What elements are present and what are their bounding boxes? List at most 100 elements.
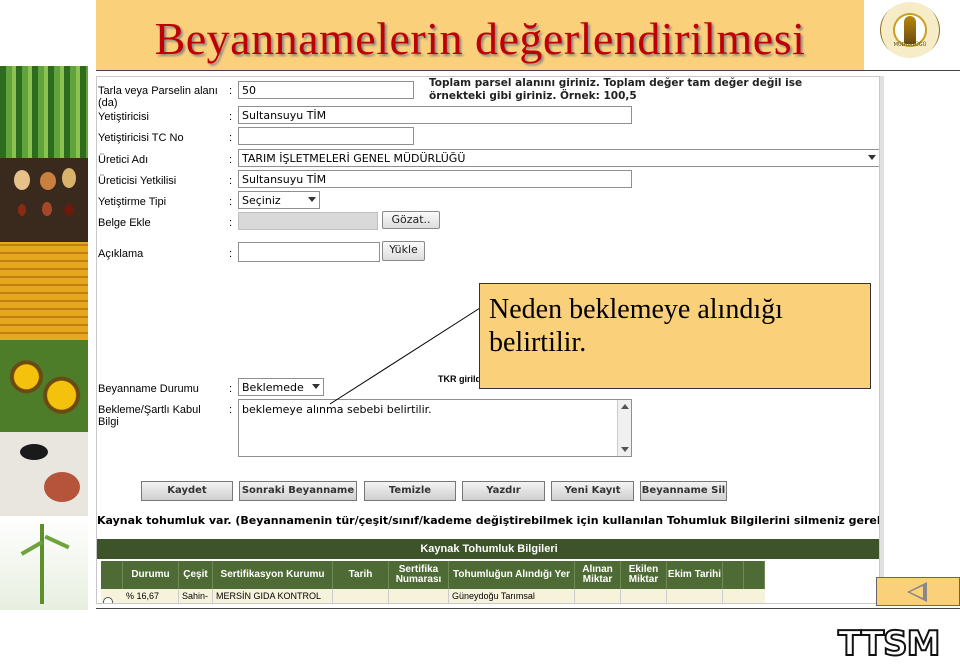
back-arrow-icon[interactable] (876, 577, 960, 606)
table-cell (389, 589, 449, 603)
seed-shape (42, 202, 52, 216)
yetistirme-tipi-value: Seçiniz (242, 194, 281, 207)
bekleme-text: beklemeye alınma sebebi belirtilir. (242, 403, 432, 416)
table-cell (575, 589, 621, 603)
bekleme-textarea[interactable]: beklemeye alınma sebebi belirtilir. (238, 399, 632, 457)
seed-shape (40, 172, 56, 190)
seed-shape (18, 204, 26, 216)
table-cell: Sahin- (179, 589, 213, 603)
upload-button[interactable]: Yükle (382, 241, 425, 261)
table-cell: Güneydoğu Tarımsal (449, 589, 575, 603)
table-cell (333, 589, 389, 603)
table-header-cell (101, 561, 123, 589)
wheat-icon (904, 16, 916, 44)
temizle-button[interactable]: Temizle (364, 481, 456, 501)
table-header-cell: Sertifikasyon Kurumu (213, 561, 333, 589)
ttsm-logo: TTSM (837, 624, 941, 664)
seed-shape (64, 204, 74, 216)
table-row[interactable]: % 16,67 Sahin- MERSİN GIDA KONTROL Güney… (101, 589, 765, 603)
colon: : (229, 404, 233, 416)
wheat-seal-icon: MÜDÜRLÜĞÜ (880, 2, 940, 58)
table-header-cell: Alınan Miktar (575, 561, 621, 589)
uretici-select[interactable]: TARIM İŞLETMELERİ GENEL MÜDÜRLÜĞÜ (238, 149, 879, 167)
warning-text: Kaynak tohumluk var. (Beyannamenin tür/ç… (97, 514, 880, 527)
colon: : (229, 196, 233, 208)
parsel-input[interactable]: 50 (238, 81, 414, 99)
textarea-scrollbar[interactable] (617, 400, 631, 456)
page-scrollbar[interactable] (880, 76, 884, 604)
scroll-down-icon[interactable] (621, 447, 629, 452)
callout-box: Neden beklemeye alındığı belirtilir. (479, 283, 871, 389)
seed-shape (62, 168, 76, 188)
beyanname-durumu-value: Beklemede (242, 381, 304, 394)
colon: : (229, 85, 233, 97)
colon: : (229, 175, 233, 187)
colon: : (229, 217, 233, 229)
colon: : (229, 132, 233, 144)
title-bar: Beyannamelerin değerlendirilmesi (96, 0, 864, 70)
tkr-text: TKR girildi (438, 374, 484, 384)
yeni-kayit-button[interactable]: Yeni Kayıt (551, 481, 634, 501)
sorghum-image (0, 432, 88, 516)
colon: : (229, 111, 233, 123)
yetistirici-input[interactable]: Sultansuyu TİM (238, 106, 632, 124)
beyanname-durumu-select[interactable]: Beklemede (238, 378, 324, 396)
title-divider (96, 70, 960, 71)
leaf-shape (44, 534, 70, 550)
aciklama-input[interactable] (238, 242, 380, 262)
tc-no-label: Yetiştiricisi TC No (98, 132, 184, 144)
table-header-cell: Tarih (333, 561, 389, 589)
wheat-field-image (0, 66, 88, 158)
corn-image (0, 242, 88, 340)
yetkili-input[interactable]: Sultansuyu TİM (238, 170, 632, 188)
table-header-cell: Durumu (123, 561, 179, 589)
scroll-up-icon[interactable] (621, 404, 629, 409)
yetistirme-tipi-select[interactable]: Seçiniz (238, 191, 320, 209)
belge-ekle-label: Belge Ekle (98, 217, 151, 229)
table-header-cell: Tohumluğun Alındığı Yer (449, 561, 575, 589)
bekleme-label: Bekleme/Şartlı Kabul Bilgi (98, 404, 201, 428)
table-header-cell (744, 561, 765, 589)
uretici-label: Üretici Adı (98, 154, 149, 166)
belge-file-input[interactable] (238, 212, 378, 230)
table-cell (621, 589, 667, 603)
table-cell: MERSİN GIDA KONTROL (213, 589, 333, 603)
table-header-cell: Ekim Tarihi (667, 561, 723, 589)
beyanname-durumu-label: Beyanname Durumu (98, 383, 199, 395)
logo-caption: MÜDÜRLÜĞÜ (893, 42, 927, 48)
stem-shape (40, 524, 44, 604)
slide-title: Beyannamelerin değerlendirilmesi (154, 13, 806, 64)
sunflower-image (0, 340, 88, 432)
table-cell (667, 589, 723, 603)
seed-shape (20, 444, 48, 460)
chevron-down-icon (868, 155, 876, 160)
table-header-cell: Çeşit (179, 561, 213, 589)
triangle-left-inner (910, 586, 923, 598)
bottom-divider (96, 608, 960, 609)
beyanname-sil-button[interactable]: Beyanname Sil (640, 481, 727, 501)
browse-button[interactable]: Gözat.. (382, 211, 440, 229)
yazdir-button[interactable]: Yazdır (462, 481, 545, 501)
parsel-label: Tarla veya Parselin alanı (da) (98, 85, 218, 109)
table-header-cell: Sertifika Numarası (389, 561, 449, 589)
yetistirici-label: Yetiştiricisi (98, 111, 149, 123)
table-title: Kaynak Tohumluk Bilgileri (97, 539, 879, 559)
seedling-image (0, 516, 88, 610)
seeds-image (0, 158, 88, 242)
table-header: Durumu Çeşit Sertifikasyon Kurumu Tarih … (101, 561, 765, 589)
kaydet-button[interactable]: Kaydet (141, 481, 233, 501)
colon: : (229, 154, 233, 166)
tc-no-input[interactable] (238, 127, 414, 145)
table-cell: % 16,67 (123, 589, 179, 603)
table-header-cell: Ekilen Miktar (621, 561, 667, 589)
row-radio[interactable] (103, 597, 113, 603)
seed-shape (14, 170, 30, 190)
yetistirme-tipi-label: Yetiştirme Tipi (98, 196, 167, 208)
table-header-cell (723, 561, 744, 589)
parsel-note: Toplam parsel alanını giriniz. Toplam de… (429, 77, 803, 102)
sonraki-beyanname-button[interactable]: Sonraki Beyanname (239, 481, 357, 501)
yetkili-label: Üreticisi Yetkilisi (98, 175, 177, 187)
uretici-select-value: TARIM İŞLETMELERİ GENEL MÜDÜRLÜĞÜ (242, 152, 466, 165)
colon: : (229, 383, 233, 395)
colon: : (229, 248, 233, 260)
